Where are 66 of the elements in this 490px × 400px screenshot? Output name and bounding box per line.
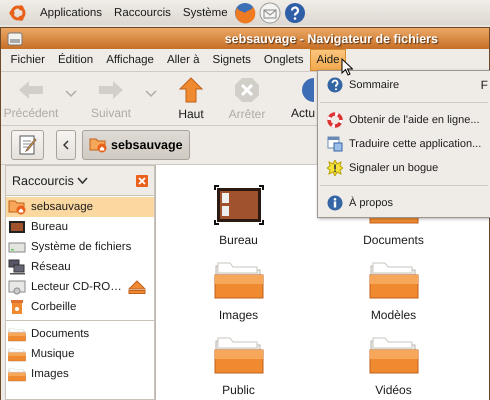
help-icon[interactable] — [284, 2, 306, 24]
info-icon — [327, 195, 343, 211]
folder-icon — [214, 335, 264, 375]
file-label: Public — [222, 383, 255, 397]
folder-icon — [368, 260, 418, 300]
window-title: sebsauvage - Navigateur de fichiers — [224, 32, 439, 46]
home-folder-icon — [89, 137, 107, 153]
file-label: Images — [218, 308, 258, 322]
help-icon — [327, 77, 343, 93]
folder-icon — [368, 335, 418, 375]
trash-icon — [8, 299, 26, 315]
file-label: Bureau — [219, 233, 258, 247]
mouse-pointer-icon — [341, 58, 353, 76]
panel-menu[interactable]: Système — [182, 6, 228, 18]
sidebar-item[interactable]: Système de fichiers — [6, 237, 154, 257]
file-label: Documents — [363, 233, 424, 247]
folder-icon — [8, 366, 26, 382]
file-label: Vidéos — [375, 383, 412, 397]
panel-menu[interactable]: Applications — [40, 6, 102, 18]
document-window-icon — [327, 136, 343, 152]
up-arrow-icon — [179, 76, 203, 102]
sidebar-item[interactable]: sebsauvage — [6, 197, 154, 217]
globe-fox-icon[interactable] — [234, 2, 256, 24]
sidebar-item[interactable]: Réseau — [6, 257, 154, 277]
sidebar-item[interactable]: Bureau — [6, 217, 154, 237]
menu-item[interactable]: Aller à — [160, 49, 206, 71]
menu-entry[interactable]: Traduire cette application... — [318, 132, 490, 156]
cd-drive-icon — [8, 279, 26, 295]
file-label: Modèles — [370, 308, 416, 322]
folder-icon — [8, 326, 26, 342]
home-folder-icon — [8, 199, 26, 215]
menu-item[interactable]: Affichage — [100, 49, 160, 71]
folder-icon — [8, 346, 26, 362]
notepad-pencil-icon — [16, 134, 38, 156]
scroll-left-button[interactable] — [56, 130, 76, 160]
sidebar-item[interactable]: Lecteur CD-RO… — [6, 277, 154, 297]
sidebar-item[interactable]: Documents — [6, 324, 154, 344]
chevron-left-icon — [63, 140, 69, 150]
sidebar-item[interactable]: Images — [6, 364, 154, 384]
window-menu-icon[interactable] — [7, 32, 23, 46]
sidebar-item[interactable]: Corbeille — [6, 297, 154, 317]
stop-icon — [234, 76, 260, 102]
edit-location-button[interactable] — [11, 130, 44, 160]
close-icon[interactable] — [136, 174, 148, 186]
menu-item[interactable]: Fichier — [4, 49, 52, 71]
panel-menu[interactable]: Raccourcis — [114, 6, 171, 18]
network-icon — [8, 259, 26, 275]
menu-item[interactable]: Édition — [52, 49, 100, 71]
ubuntu-logo-icon[interactable] — [8, 2, 28, 22]
lifebuoy-icon — [327, 112, 343, 128]
chevron-down-icon[interactable] — [76, 176, 88, 184]
desktop-icon — [8, 219, 26, 235]
toolbar-button[interactable]: Haut — [163, 74, 219, 122]
path-button[interactable]: sebsauvage — [82, 130, 190, 160]
menu-item[interactable]: Onglets — [257, 49, 310, 71]
envelope-icon[interactable] — [258, 2, 281, 24]
folder-icon — [214, 260, 264, 300]
eject-icon[interactable] — [128, 280, 146, 294]
warning-star-icon — [327, 160, 343, 176]
sidebar-title[interactable]: Raccourcis — [12, 174, 74, 188]
menu-entry[interactable]: À propos — [318, 191, 490, 215]
desktop-folder-icon[interactable] — [214, 185, 264, 225]
sidebar-item[interactable]: Musique — [6, 344, 154, 364]
menu-item[interactable]: Signets — [206, 49, 258, 71]
menu-item[interactable]: Aide — [310, 49, 346, 71]
menu-entry[interactable]: Signaler un bogue — [318, 156, 490, 180]
